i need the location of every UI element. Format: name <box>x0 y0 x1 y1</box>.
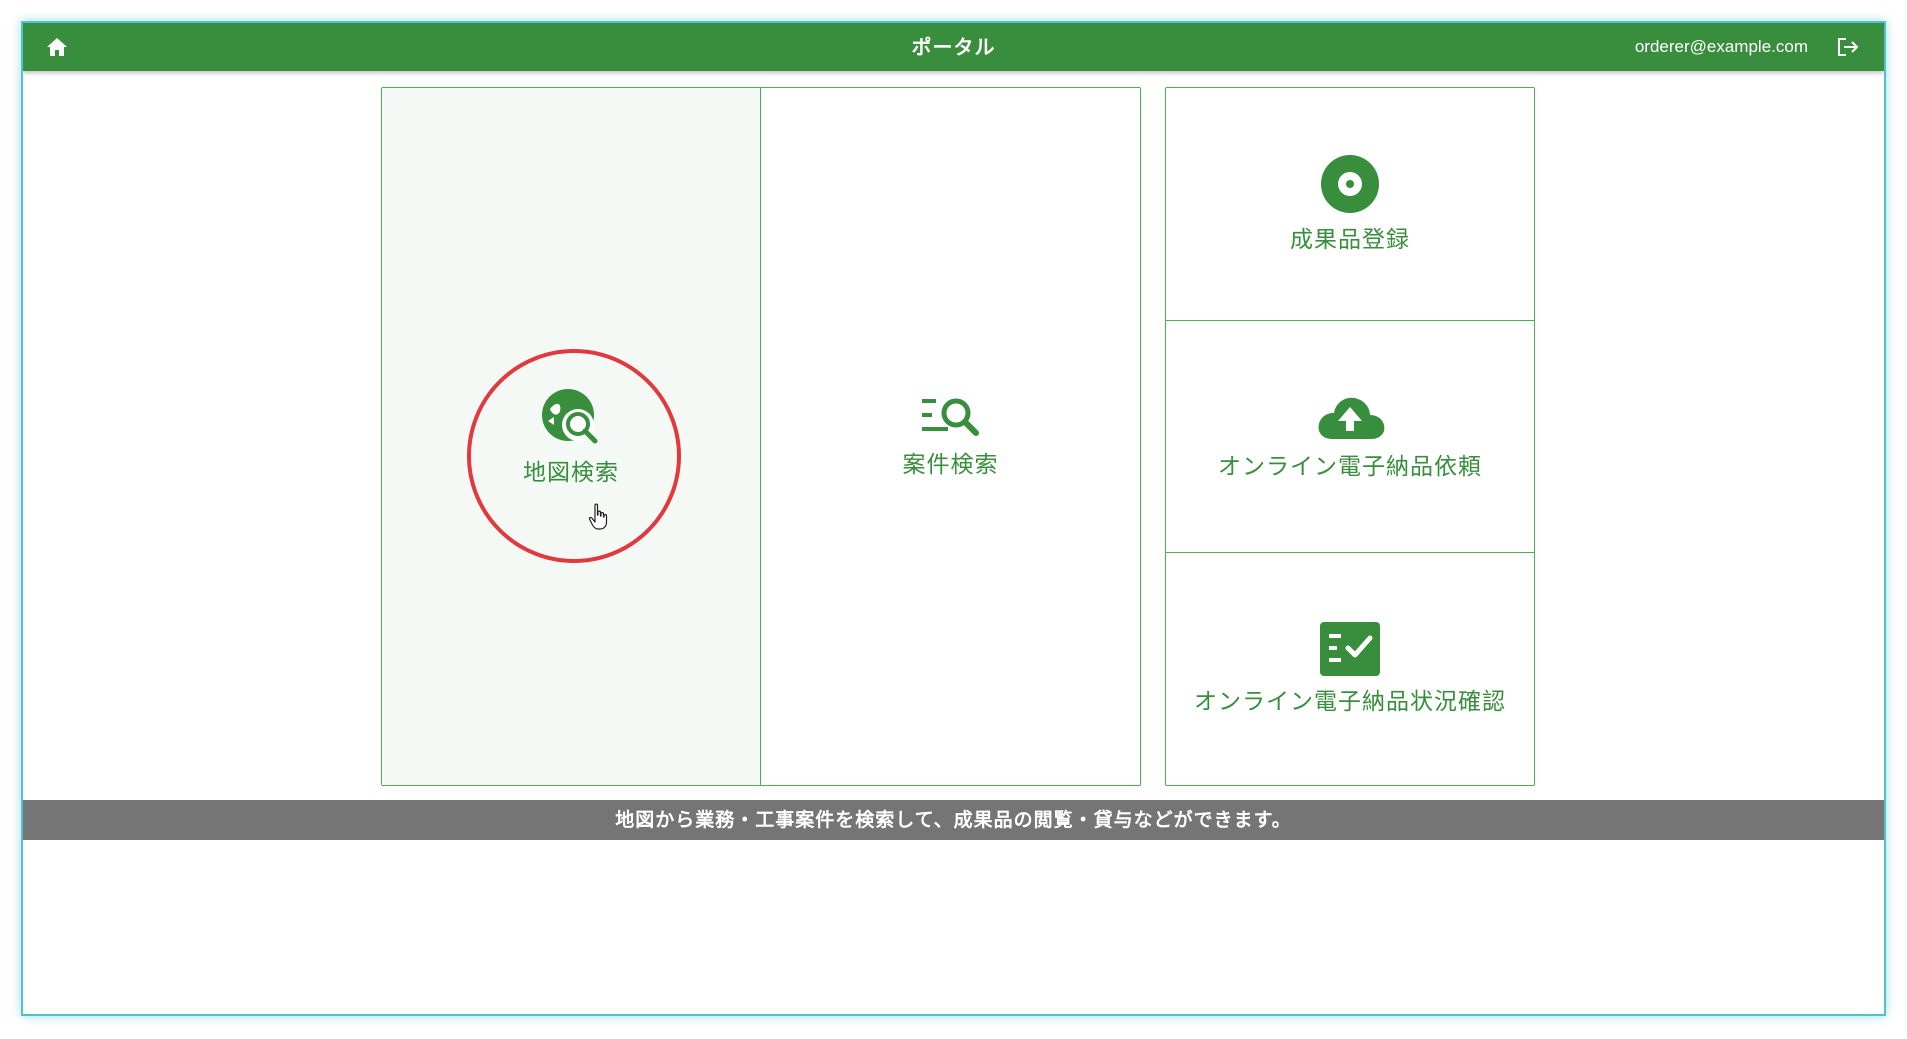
online-delivery-status-label: オンライン電子納品状況確認 <box>1194 689 1506 715</box>
logout-icon[interactable] <box>1836 36 1860 58</box>
page-title: ポータル <box>911 35 996 59</box>
list-search-icon <box>920 395 982 439</box>
online-delivery-request-tile[interactable]: オンライン電子納品依頼 <box>1166 321 1534 553</box>
cloud-upload-icon <box>1314 393 1386 441</box>
checklist-icon <box>1320 622 1380 676</box>
online-delivery-request-label: オンライン電子納品依頼 <box>1218 453 1482 480</box>
delivery-panel: 成果品登録 オンライン電子納品依頼 オンライン電子納品状況確認 <box>1165 87 1535 786</box>
user-email: orderer@example.com <box>1634 37 1808 56</box>
search-panel: 地図検索 案件検索 <box>381 87 1141 786</box>
disc-icon <box>1320 154 1380 214</box>
map-search-tile[interactable]: 地図検索 <box>382 88 761 785</box>
app-header: ポータル orderer@example.com <box>23 23 1884 71</box>
description-bar: 地図から業務・工事案件を検索して、成果品の閲覧・貸与などができます。 <box>23 800 1884 840</box>
case-search-label: 案件検索 <box>902 451 999 478</box>
browser-window: ポータル orderer@example.com 地図検索 案件検索 成果品登録… <box>21 21 1886 1016</box>
globe-search-icon <box>540 387 602 447</box>
deliverable-registration-tile[interactable]: 成果品登録 <box>1166 88 1534 321</box>
deliverable-registration-label: 成果品登録 <box>1290 227 1410 253</box>
online-delivery-status-tile[interactable]: オンライン電子納品状況確認 <box>1166 553 1534 785</box>
map-search-label: 地図検索 <box>523 459 619 486</box>
case-search-tile[interactable]: 案件検索 <box>761 88 1140 785</box>
